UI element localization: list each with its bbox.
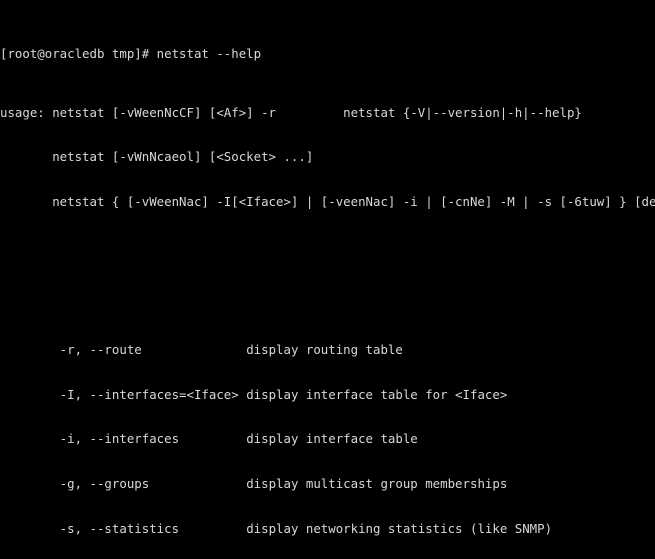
option-flags: -g, --groups [0,476,150,491]
option-row: -s, --statistics display networking stat… [0,520,655,537]
option-row: -r, --route display routing table [0,342,655,358]
option-flags: -s, --statistics [0,520,180,536]
option-pad [179,431,246,446]
option-description: display networking statistics (like SNMP… [246,520,553,536]
usage-line-3: netstat { [-vWeenNac] -I[<Iface>] | [-ve… [0,193,655,209]
option-row: -i, --interfaces display interface table [0,432,655,447]
option-description: display interface table for <Iface> [246,386,508,402]
option-pad [149,476,246,491]
option-flags: -i, --interfaces [0,431,180,447]
option-description: display routing table [246,342,403,358]
prompt-line: [root@oracledb tmp]# netstat --help [0,45,262,61]
option-flags: -I, --interfaces=<Iface> [0,386,239,402]
option-flags: -r, --route [0,342,142,358]
option-row: -I, --interfaces=<Iface> display interfa… [0,386,655,403]
option-description: display interface table [246,431,418,447]
option-pad [179,521,246,536]
terminal-window[interactable]: [root@oracledb tmp]# netstat --help usag… [0,0,655,559]
usage-line-2: netstat [-vWnNcaeol] [<Socket> ...] [0,149,314,165]
option-group-routing: -r, --route display routing table -I, --… [0,314,655,559]
usage-line-1: usage: netstat [-vWeenNcCF] [<Af>] -r ne… [0,104,582,120]
option-description: display multicast group memberships [246,476,508,491]
option-pad [142,342,246,357]
option-row: -g, --groups display multicast group mem… [0,476,655,492]
